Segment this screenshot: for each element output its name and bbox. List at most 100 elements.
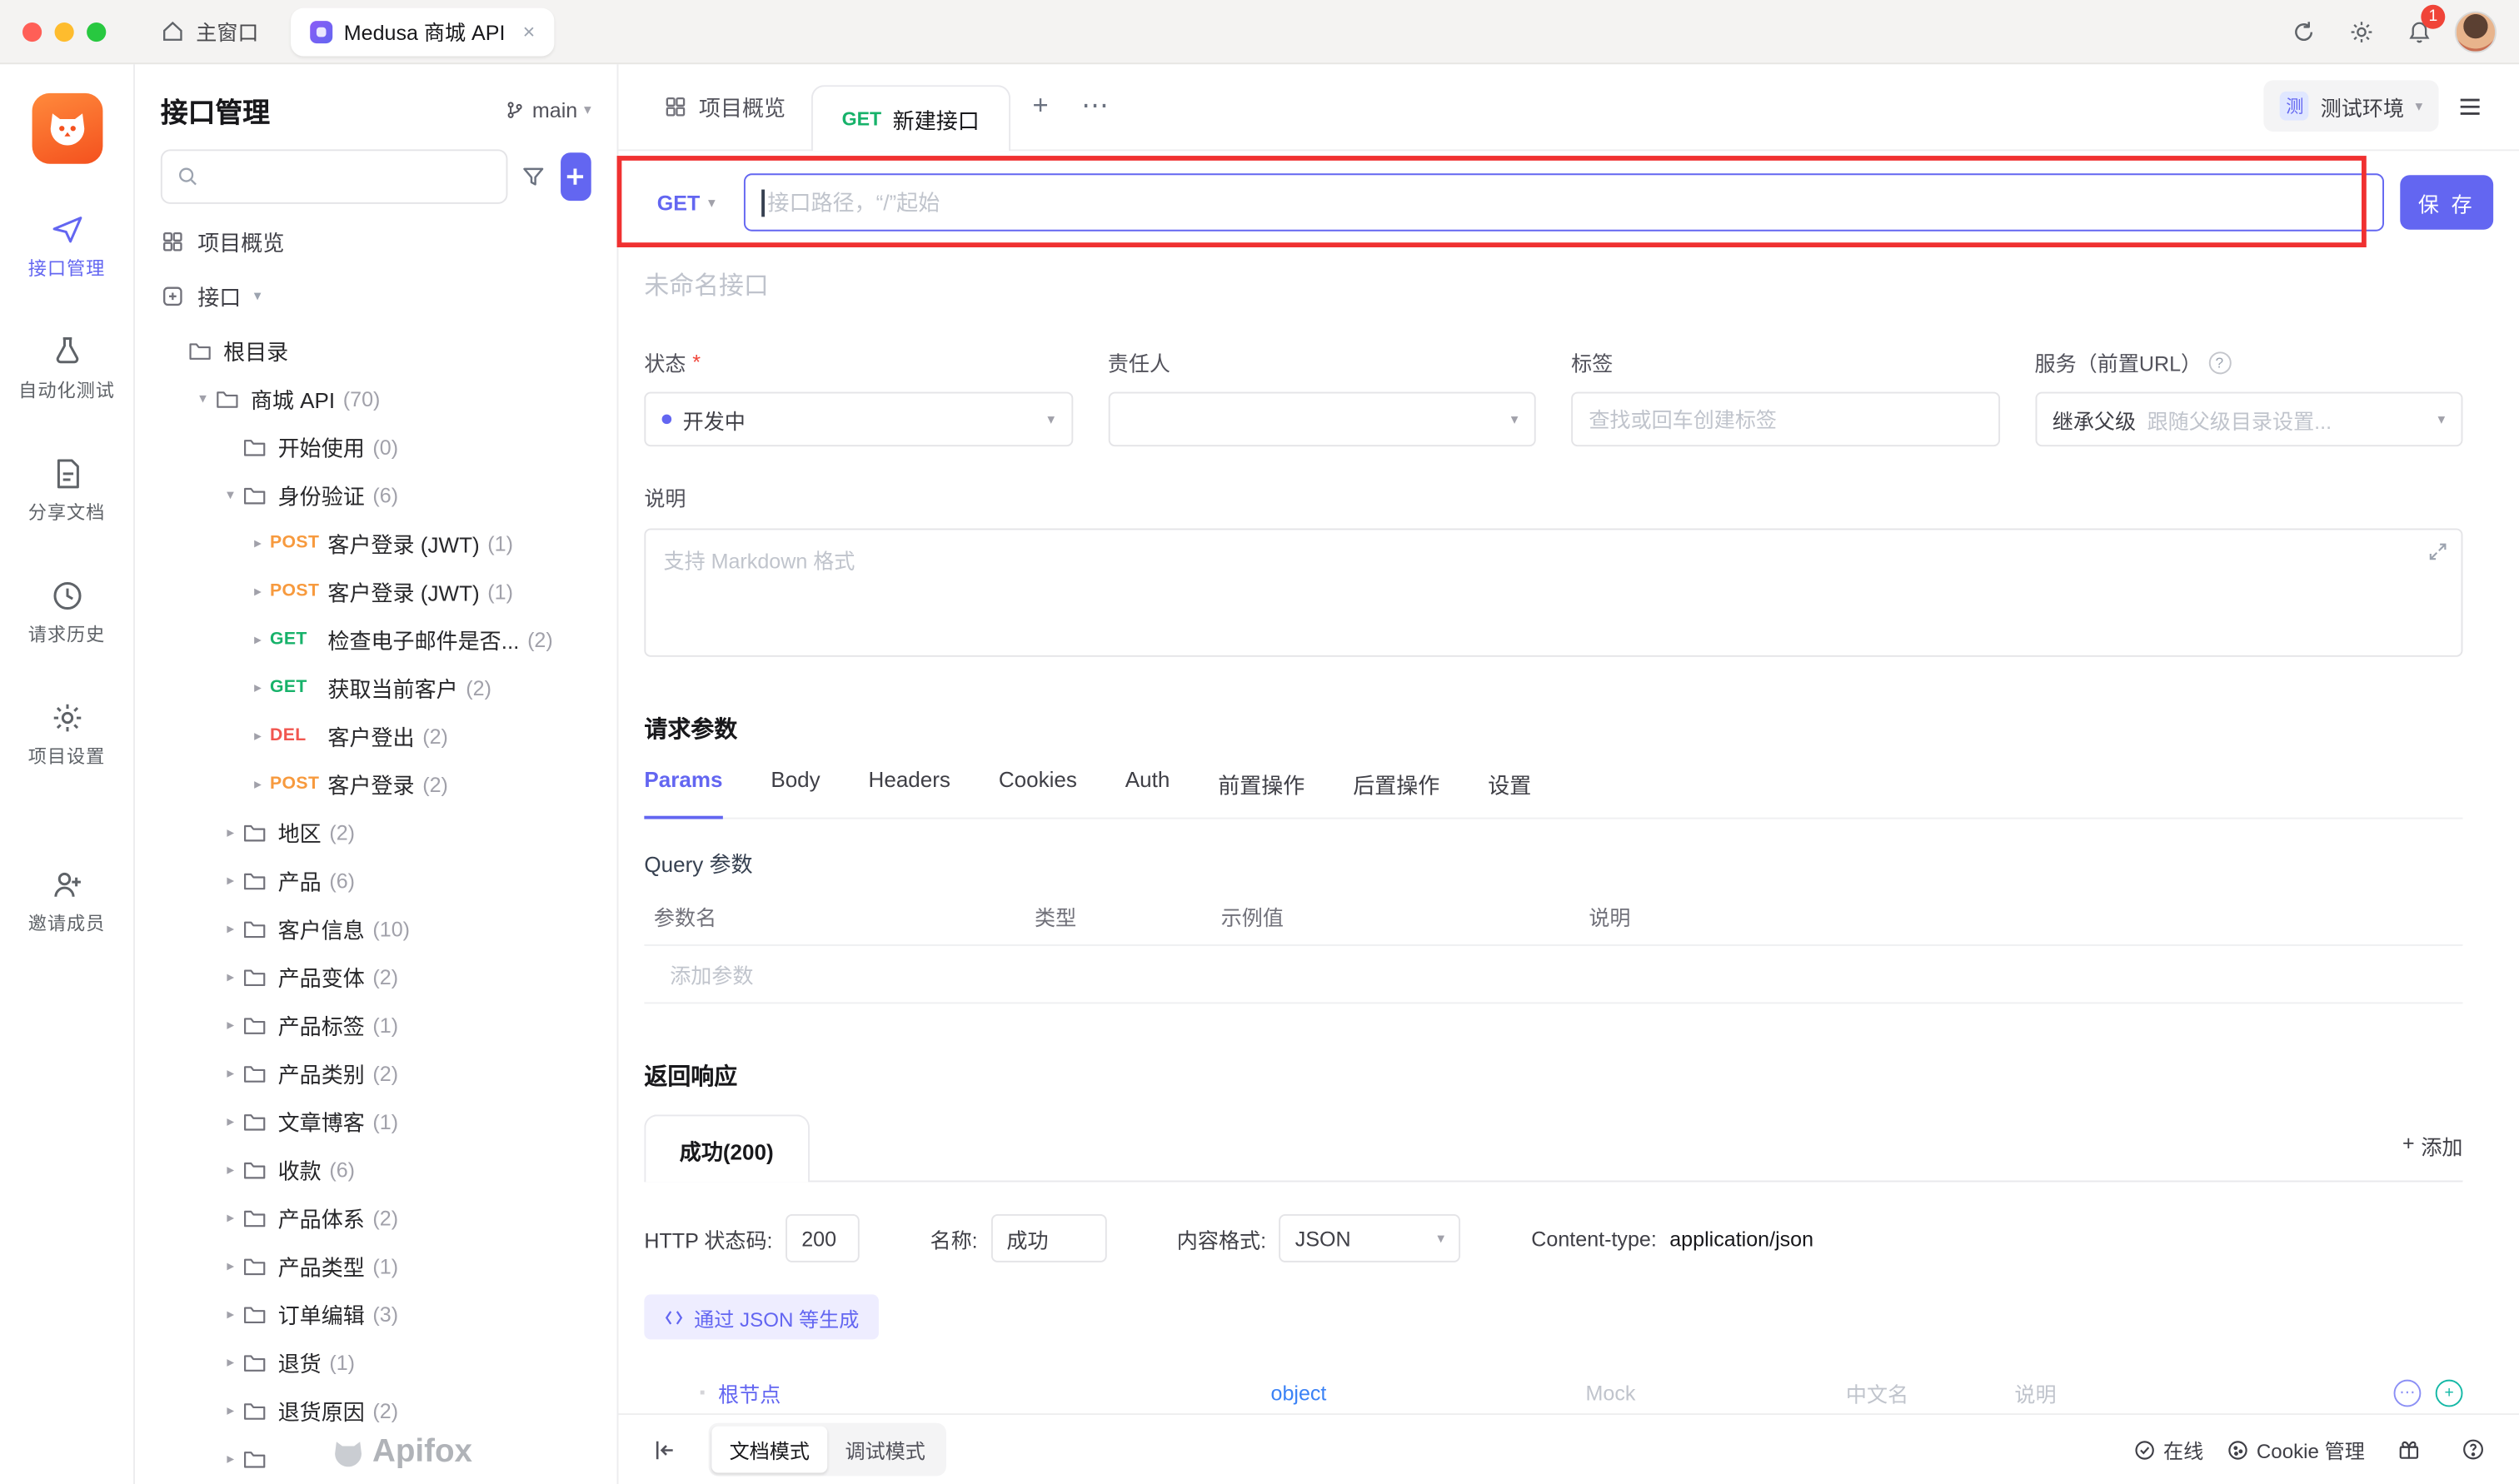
rail-item-invite-members[interactable]: 邀请成员 (0, 867, 134, 936)
tree-item[interactable]: ▸产品标签(1) (135, 1001, 617, 1049)
window-tab-project[interactable]: Medusa 商城 API × (291, 7, 554, 56)
request-tab-设置[interactable]: 设置 (1488, 768, 1531, 818)
root-mock-placeholder[interactable]: Mock (1585, 1382, 1845, 1406)
tab-new-api[interactable]: GET 新建接口 (811, 85, 1010, 151)
chevron-down-icon[interactable]: ▾ (254, 286, 262, 304)
add-param-row[interactable]: 添加参数 (644, 946, 2462, 1003)
help-button[interactable] (2452, 1428, 2493, 1470)
content-format-select[interactable]: JSON ▾ (1279, 1214, 1461, 1262)
chevron-right-icon[interactable]: ▸ (218, 1305, 242, 1322)
maximize-window-button[interactable] (87, 22, 106, 41)
status-select[interactable]: 开发中 ▾ (644, 392, 1072, 447)
chevron-right-icon[interactable]: ▸ (218, 1208, 242, 1226)
tree-item[interactable]: ▸DEL客户登出(2) (135, 711, 617, 759)
request-tab-body[interactable]: Body (771, 768, 820, 818)
rail-item-automated-testing[interactable]: 自动化测试 (0, 334, 134, 403)
chevron-right-icon[interactable]: ▸ (246, 630, 270, 648)
api-name-placeholder[interactable]: 未命名接口 (644, 266, 2462, 301)
branch-selector[interactable]: main ▾ (505, 98, 591, 122)
tab-project-overview[interactable]: 项目概览 (644, 62, 805, 149)
collapse-sidebar-button[interactable] (644, 1428, 686, 1470)
user-avatar[interactable] (2455, 11, 2497, 52)
tree-item[interactable]: ▸退货(1) (135, 1337, 617, 1386)
request-tab-auth[interactable]: Auth (1125, 768, 1170, 818)
chevron-right-icon[interactable]: ▸ (218, 1160, 242, 1178)
close-tab-icon[interactable]: × (523, 19, 536, 43)
root-desc-placeholder[interactable]: 说明 (2014, 1378, 2393, 1409)
root-node-type[interactable]: object (1270, 1382, 1585, 1406)
response-name-input[interactable] (990, 1214, 1106, 1262)
chevron-right-icon[interactable]: ▸ (246, 582, 270, 600)
owner-select[interactable]: ▾ (1108, 392, 1536, 447)
chevron-down-icon[interactable]: ▸ (194, 386, 212, 411)
chevron-right-icon[interactable]: ▸ (218, 1450, 242, 1467)
chevron-right-icon[interactable]: ▸ (218, 919, 242, 937)
tree-item[interactable]: ▸产品(6) (135, 856, 617, 904)
request-tab-cookies[interactable]: Cookies (999, 768, 1077, 818)
tree-item[interactable]: ▸客户信息(10) (135, 904, 617, 953)
method-select[interactable]: GET ▾ (644, 175, 728, 230)
tree-item[interactable]: ▸退货原因(2) (135, 1386, 617, 1434)
tree-item[interactable]: ▸地区(2) (135, 808, 617, 856)
tree-item[interactable]: ▸商城 API(70) (135, 374, 617, 422)
chevron-right-icon[interactable]: ▸ (218, 1257, 242, 1274)
add-button[interactable] (561, 152, 591, 201)
tree-item[interactable]: ▸收款(6) (135, 1145, 617, 1193)
chevron-right-icon[interactable]: ▸ (218, 968, 242, 985)
add-response-button[interactable]: + 添加 (2402, 1131, 2463, 1181)
tree-item[interactable]: ▸GET获取当前客户(2) (135, 663, 617, 711)
save-button[interactable]: 保 存 (2400, 175, 2493, 230)
chevron-right-icon[interactable]: ▸ (218, 1402, 242, 1419)
environment-selector[interactable]: 测 测试环境 ▾ (2264, 80, 2438, 132)
debug-mode-button[interactable]: 调试模式 (827, 1427, 943, 1473)
chevron-right-icon[interactable]: ▸ (218, 1016, 242, 1033)
tree-item[interactable]: ▸文章博客(1) (135, 1097, 617, 1145)
chevron-right-icon[interactable]: ▸ (218, 823, 242, 840)
search-input[interactable] (209, 165, 491, 189)
cookie-manager-button[interactable]: Cookie 管理 (2226, 1434, 2365, 1465)
online-status[interactable]: 在线 (2132, 1434, 2203, 1465)
help-icon[interactable]: ? (2208, 351, 2231, 373)
minimize-window-button[interactable] (55, 22, 74, 41)
tree-item[interactable]: ▸订单编辑(3) (135, 1290, 617, 1338)
description-input[interactable] (646, 530, 2461, 655)
response-tab-success[interactable]: 成功(200) (644, 1114, 809, 1182)
chevron-right-icon[interactable]: ▸ (218, 1353, 242, 1371)
tree-item[interactable]: ▸POST客户登录 (JWT)(1) (135, 567, 617, 615)
new-tab-button[interactable]: + (1016, 62, 1065, 149)
settings-button[interactable] (2339, 9, 2384, 54)
chevron-right-icon[interactable]: ▸ (246, 679, 270, 696)
layout-menu-button[interactable] (2445, 62, 2493, 149)
collapse-dot-icon[interactable]: ▪ (644, 1384, 718, 1402)
add-field-icon[interactable]: + (2436, 1380, 2463, 1407)
rail-item-api-management[interactable]: 接口管理 (0, 212, 134, 281)
generate-from-json-button[interactable]: 通过 JSON 等生成 (644, 1294, 878, 1339)
chevron-right-icon[interactable]: ▸ (218, 1064, 242, 1082)
request-tab-params[interactable]: Params (644, 768, 722, 818)
chevron-right-icon[interactable]: ▸ (246, 534, 270, 551)
refresh-button[interactable] (2282, 9, 2327, 54)
rail-item-share-docs[interactable]: 分享文档 (0, 456, 134, 525)
tree-item[interactable]: ▸产品类型(1) (135, 1242, 617, 1290)
apifox-logo[interactable] (32, 93, 102, 164)
tree-item[interactable]: ▸身份验证(6) (135, 471, 617, 519)
expand-icon[interactable] (2427, 541, 2448, 567)
path-input[interactable] (767, 191, 2366, 215)
sidebar-item-project-overview[interactable]: 项目概览 (135, 214, 617, 269)
tree-item[interactable]: 开始使用(0) (135, 422, 617, 471)
tree-item[interactable]: 根目录 (135, 326, 617, 374)
request-tab-前置操作[interactable]: 前置操作 (1218, 768, 1304, 818)
chevron-right-icon[interactable]: ▸ (246, 775, 270, 793)
tags-input[interactable] (1589, 407, 1982, 431)
schema-root-row[interactable]: ▪ 根节点 object Mock 中文名 说明 ⋯ + (644, 1378, 2462, 1409)
window-tab-main[interactable]: 主窗口 (142, 7, 278, 56)
request-tab-headers[interactable]: Headers (869, 768, 950, 818)
tree-item[interactable]: ▸产品变体(2) (135, 953, 617, 1001)
filter-button[interactable] (521, 156, 547, 197)
tree-item[interactable]: ▸产品体系(2) (135, 1193, 617, 1242)
rail-item-request-history[interactable]: 请求历史 (0, 578, 134, 647)
more-options-icon[interactable]: ⋯ (2394, 1380, 2422, 1407)
chevron-right-icon[interactable]: ▸ (218, 871, 242, 889)
tree-item[interactable]: ▸POST客户登录(2) (135, 759, 617, 808)
chevron-right-icon[interactable]: ▸ (218, 1113, 242, 1130)
